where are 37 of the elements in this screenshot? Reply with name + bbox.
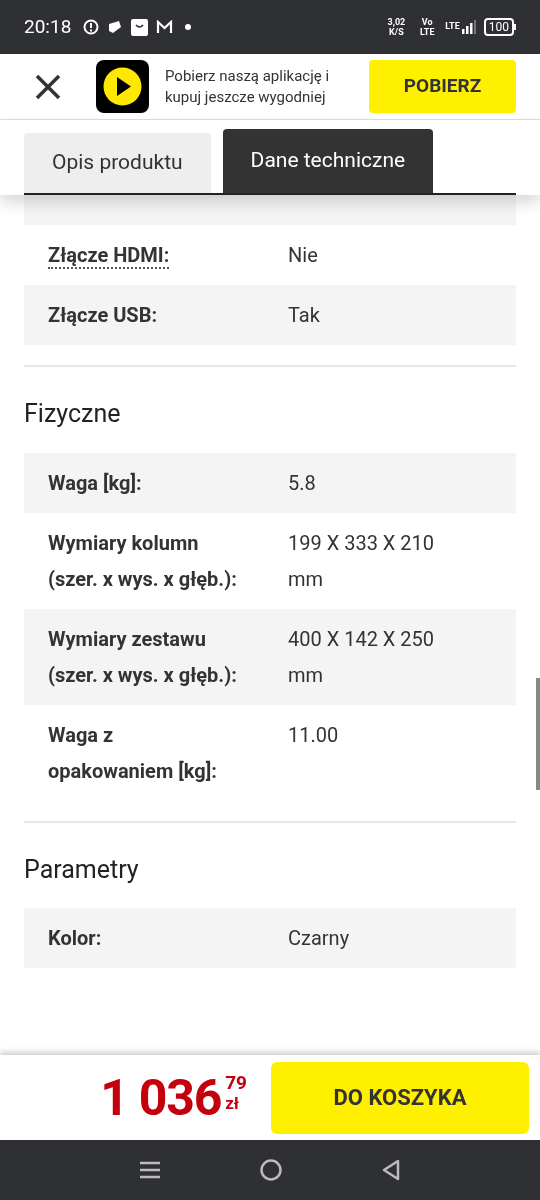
- tab[interactable]: Opis produktu: [24, 133, 211, 193]
- spec-value: 5.8: [288, 470, 316, 495]
- spec-value: Nie: [288, 243, 318, 267]
- section-heading: Parametry: [24, 853, 140, 886]
- spec-label: Waga z opakowaniem [kg]:: [48, 722, 217, 783]
- spec-value: Czarny: [288, 926, 350, 950]
- signal-icon: [461, 20, 476, 34]
- spec-label: Wymiary kolumn (szer. x wys. x głęb.):: [48, 530, 237, 591]
- bag-icon: [131, 18, 149, 36]
- menu-icon[interactable]: [140, 1160, 160, 1180]
- add-to-cart-button[interactable]: DO KOSZYKA: [271, 1061, 529, 1134]
- dot-icon: [185, 24, 192, 30]
- section-heading: Fizyczne: [24, 398, 122, 430]
- battery-icon: 100: [483, 18, 516, 36]
- tab[interactable]: Dane techniczne: [222, 129, 434, 193]
- spec-label: Złącze HDMI:: [48, 243, 170, 269]
- spec-label: Wymiary zestawu (szer. x wys. x głęb.):: [48, 626, 237, 687]
- mail-icon: [156, 20, 174, 34]
- download-button[interactable]: POBIERZ: [369, 60, 516, 113]
- network-speed: 3,02 K/S: [387, 17, 406, 37]
- spec-value: 11.00: [288, 722, 339, 747]
- home-icon[interactable]: [260, 1159, 282, 1181]
- status-time: 20:18: [24, 13, 72, 40]
- close-icon: [35, 73, 61, 100]
- spec-label: Waga [kg]:: [48, 470, 142, 495]
- alert-icon: [83, 19, 100, 35]
- back-icon[interactable]: [382, 1159, 400, 1181]
- spec-label: Kolor:: [48, 926, 102, 950]
- network-label: LTE: [445, 20, 460, 34]
- app-icon: [107, 19, 124, 35]
- app-logo-icon: [96, 60, 149, 113]
- spec-value: 400 X 142 X 250 mm: [288, 626, 435, 687]
- banner-text: Pobierz naszą aplikację i kupuj jeszcze wygodniej: [165, 65, 331, 108]
- volte-label: Vo LTE: [419, 17, 436, 37]
- spec-value: 199 X 333 X 210 mm: [288, 530, 435, 591]
- spec-value: Tak: [288, 303, 320, 327]
- spec-label: Złącze USB:: [48, 303, 158, 327]
